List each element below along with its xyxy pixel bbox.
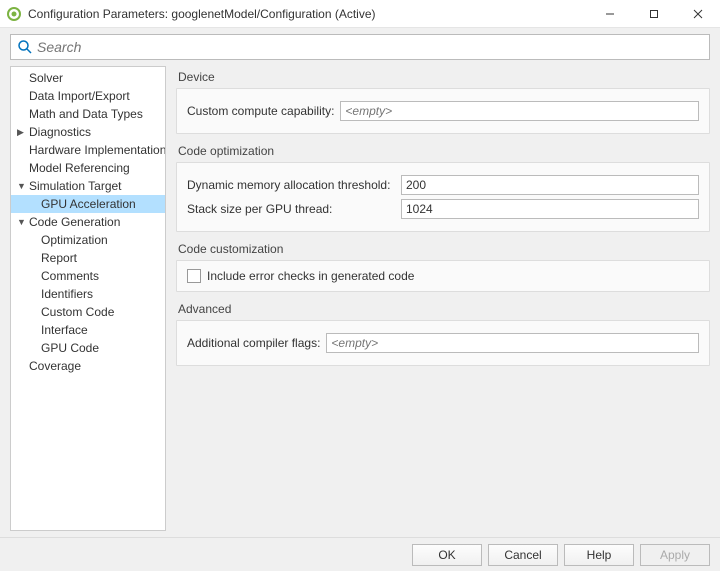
sidebar-item-label: Model Referencing <box>29 159 130 177</box>
sidebar-item-label: Diagnostics <box>29 123 91 141</box>
footer: OK Cancel Help Apply <box>0 537 720 571</box>
sidebar-item-optimization[interactable]: Optimization <box>11 231 165 249</box>
include-err-checkbox[interactable] <box>187 269 201 283</box>
section-codeopt: Dynamic memory allocation threshold: Sta… <box>176 162 710 232</box>
sidebar-item-solver[interactable]: Solver <box>11 69 165 87</box>
sidebar-item-label: Solver <box>29 69 63 87</box>
sidebar-item-comments[interactable]: Comments <box>11 267 165 285</box>
custom-compute-label: Custom compute capability: <box>187 104 334 118</box>
include-err-label: Include error checks in generated code <box>207 269 414 283</box>
tree-arrow-icon: ▼ <box>17 213 27 231</box>
sidebar-item-label: Simulation Target <box>29 177 122 195</box>
minimize-button[interactable] <box>588 0 632 28</box>
sidebar-item-label: Data Import/Export <box>29 87 130 105</box>
help-button[interactable]: Help <box>564 544 634 566</box>
sidebar-item-label: Hardware Implementation <box>29 141 166 159</box>
add-flags-input[interactable] <box>326 333 699 353</box>
sidebar-item-label: Optimization <box>41 231 108 249</box>
search-input[interactable] <box>37 39 703 55</box>
sidebar: SolverData Import/ExportMath and Data Ty… <box>10 66 166 531</box>
cancel-button[interactable]: Cancel <box>488 544 558 566</box>
titlebar: Configuration Parameters: googlenetModel… <box>0 0 720 28</box>
dyn-mem-label: Dynamic memory allocation threshold: <box>187 178 395 192</box>
content: Device Custom compute capability: Code o… <box>176 66 710 531</box>
sidebar-item-label: Identifiers <box>41 285 93 303</box>
section-codecustom: Include error checks in generated code <box>176 260 710 292</box>
sidebar-item-label: Custom Code <box>41 303 114 321</box>
sidebar-item-diagnostics[interactable]: ▶Diagnostics <box>11 123 165 141</box>
sidebar-item-label: Comments <box>41 267 99 285</box>
add-flags-label: Additional compiler flags: <box>187 336 320 350</box>
sidebar-item-code-generation[interactable]: ▼Code Generation <box>11 213 165 231</box>
section-advanced-title: Advanced <box>178 302 710 316</box>
sidebar-item-label: Report <box>41 249 77 267</box>
window-buttons <box>588 0 720 28</box>
section-codeopt-title: Code optimization <box>178 144 710 158</box>
searchbar[interactable] <box>10 34 710 60</box>
sidebar-item-math-and-data-types[interactable]: Math and Data Types <box>11 105 165 123</box>
sidebar-item-label: Math and Data Types <box>29 105 143 123</box>
sidebar-item-data-import-export[interactable]: Data Import/Export <box>11 87 165 105</box>
window-title: Configuration Parameters: googlenetModel… <box>28 7 588 21</box>
sidebar-item-label: Coverage <box>29 357 81 375</box>
main: SolverData Import/ExportMath and Data Ty… <box>0 66 720 537</box>
searchbar-row <box>0 28 720 66</box>
custom-compute-input[interactable] <box>340 101 699 121</box>
sidebar-item-label: Interface <box>41 321 88 339</box>
stack-size-label: Stack size per GPU thread: <box>187 202 395 216</box>
tree-arrow-icon: ▼ <box>17 177 27 195</box>
stack-size-input[interactable] <box>401 199 699 219</box>
search-icon <box>17 39 33 55</box>
maximize-button[interactable] <box>632 0 676 28</box>
section-device-title: Device <box>178 70 710 84</box>
section-advanced: Additional compiler flags: <box>176 320 710 366</box>
sidebar-item-custom-code[interactable]: Custom Code <box>11 303 165 321</box>
sidebar-item-hardware-implementation[interactable]: Hardware Implementation <box>11 141 165 159</box>
sidebar-item-coverage[interactable]: Coverage <box>11 357 165 375</box>
sidebar-item-label: Code Generation <box>29 213 120 231</box>
sidebar-item-gpu-acceleration[interactable]: GPU Acceleration <box>11 195 165 213</box>
section-device: Custom compute capability: <box>176 88 710 134</box>
sidebar-item-label: GPU Acceleration <box>41 195 136 213</box>
section-codecustom-title: Code customization <box>178 242 710 256</box>
app-icon <box>6 6 22 22</box>
sidebar-item-identifiers[interactable]: Identifiers <box>11 285 165 303</box>
tree-arrow-icon: ▶ <box>17 123 27 141</box>
sidebar-item-report[interactable]: Report <box>11 249 165 267</box>
apply-button[interactable]: Apply <box>640 544 710 566</box>
dyn-mem-input[interactable] <box>401 175 699 195</box>
sidebar-item-interface[interactable]: Interface <box>11 321 165 339</box>
sidebar-item-model-referencing[interactable]: Model Referencing <box>11 159 165 177</box>
ok-button[interactable]: OK <box>412 544 482 566</box>
close-button[interactable] <box>676 0 720 28</box>
sidebar-item-label: GPU Code <box>41 339 99 357</box>
sidebar-item-gpu-code[interactable]: GPU Code <box>11 339 165 357</box>
sidebar-item-simulation-target[interactable]: ▼Simulation Target <box>11 177 165 195</box>
